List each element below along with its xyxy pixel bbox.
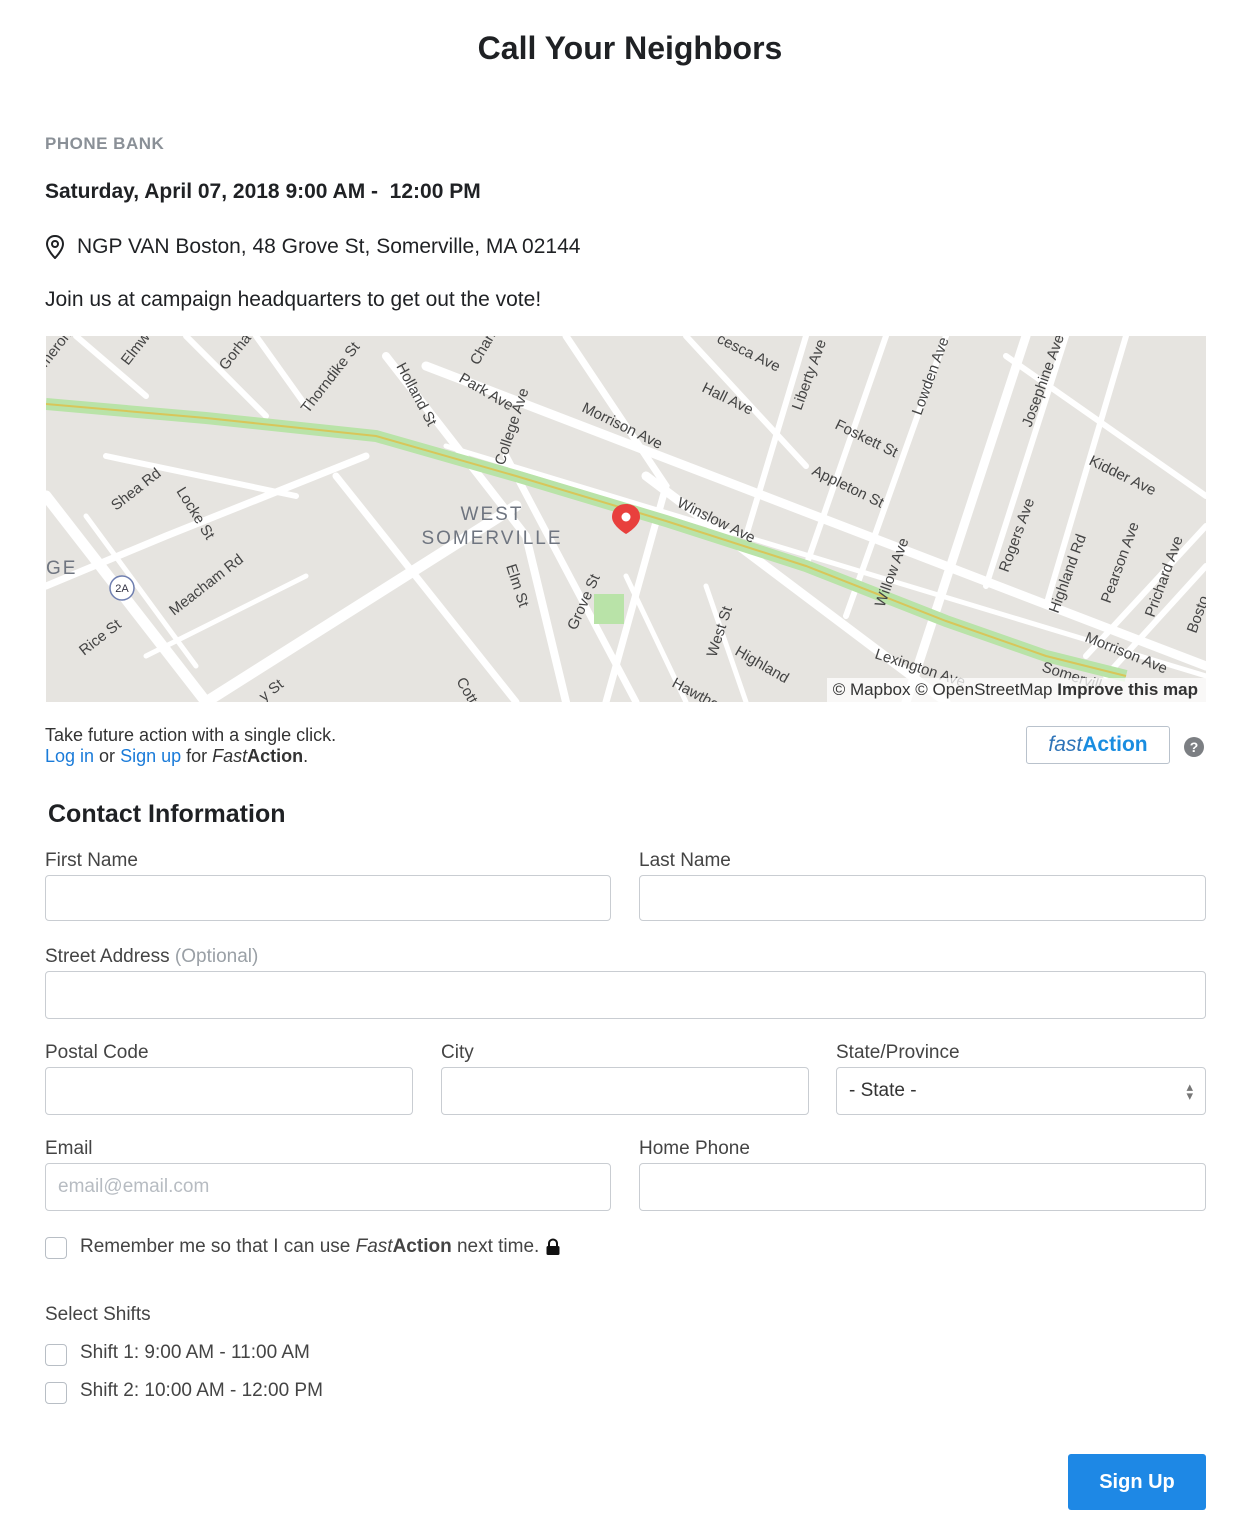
improve-map-link[interactable]: Improve this map [1057,680,1198,699]
neighborhood-label: GE [46,558,77,579]
login-link[interactable]: Log in [45,746,94,766]
shift-1-checkbox[interactable] [45,1344,67,1366]
first-name-input[interactable] [45,875,611,921]
lock-icon [546,1238,560,1255]
street-address-input[interactable] [45,971,1206,1019]
map-attribution: © Mapbox © OpenStreetMap Improve this ma… [826,678,1206,702]
sign-up-button[interactable]: Sign Up [1068,1454,1206,1510]
or-text: or [94,746,121,766]
postal-code-input[interactable] [45,1067,413,1115]
neighborhood-label: SOMERVILLE [421,528,562,549]
email-label: Email [45,1138,93,1159]
shift-2-label[interactable]: Shift 2: 10:00 AM - 12:00 PM [80,1380,323,1402]
route-shield-label: 2A [115,583,129,595]
street-address-label-text: Street Address [45,946,170,967]
event-type: PHONE BANK [45,134,165,153]
event-map[interactable]: Holland St College Ave Park Ave Morrison… [46,336,1206,702]
state-label: State/Province [836,1042,960,1063]
state-select-value: - State - [849,1080,917,1101]
last-name-label: Last Name [639,850,731,871]
street-address-label: Street Address (Optional) [45,946,258,968]
page-title: Call Your Neighbors [477,30,783,66]
remember-fast: Fast [355,1236,393,1257]
home-phone-input[interactable] [639,1163,1206,1211]
optional-hint: (Optional) [174,946,259,967]
remember-me-checkbox[interactable] [45,1237,67,1259]
select-shifts-label: Select Shifts [45,1304,151,1325]
remember-me-label[interactable]: Remember me so that I can use Fast Action… [80,1236,561,1258]
shift-1-label[interactable]: Shift 1: 9:00 AM - 11:00 AM [80,1342,310,1364]
neighborhood-label: WEST [461,504,524,525]
state-select[interactable]: - State - ▴ ▾ [836,1067,1206,1115]
osm-link[interactable]: © OpenStreetMap [915,680,1052,699]
remember-pre: Remember me so that I can use [80,1236,356,1257]
map-canvas[interactable]: Holland St College Ave Park Ave Morrison… [46,336,1206,702]
fastaction-prompt: Take future action with a single click. … [45,725,336,767]
city-label: City [441,1042,474,1063]
city-input[interactable] [441,1067,809,1115]
mapbox-link[interactable]: © Mapbox [833,680,911,699]
for-text: for [181,746,213,766]
fastaction-fast: Fast [212,746,248,766]
fastaction-logo-button[interactable]: fast Action [1026,726,1170,764]
email-input[interactable] [45,1163,611,1211]
event-location-text: NGP VAN Boston, 48 Grove St, Somerville,… [77,235,581,258]
fastaction-links: Log in or Sign up for FastAction. [45,746,336,767]
signup-link[interactable]: Sign up [120,746,181,766]
event-description: Join us at campaign headquarters to get … [45,288,542,311]
shift-2-checkbox[interactable] [45,1382,67,1404]
help-icon[interactable]: ? [1184,737,1204,757]
fastaction-logo-action: Action [1082,733,1148,756]
first-name-label: First Name [45,850,138,871]
home-phone-label: Home Phone [639,1138,750,1159]
period: . [303,746,309,766]
contact-section-title: Contact Information [48,800,286,828]
remember-action: Action [392,1236,452,1257]
map-pin-icon [45,235,65,259]
fastaction-action: Action [247,746,304,766]
event-location: NGP VAN Boston, 48 Grove St, Somerville,… [45,235,580,259]
fastaction-prompt-text: Take future action with a single click. [45,725,337,745]
event-datetime: Saturday, April 07, 2018 9:00 AM - 12:00… [45,180,481,203]
last-name-input[interactable] [639,875,1206,921]
fastaction-logo-fast: fast [1048,733,1083,756]
remember-post: next time. [451,1236,540,1257]
select-arrows-icon: ▴ ▾ [1186,1079,1193,1103]
postal-code-label: Postal Code [45,1042,149,1063]
